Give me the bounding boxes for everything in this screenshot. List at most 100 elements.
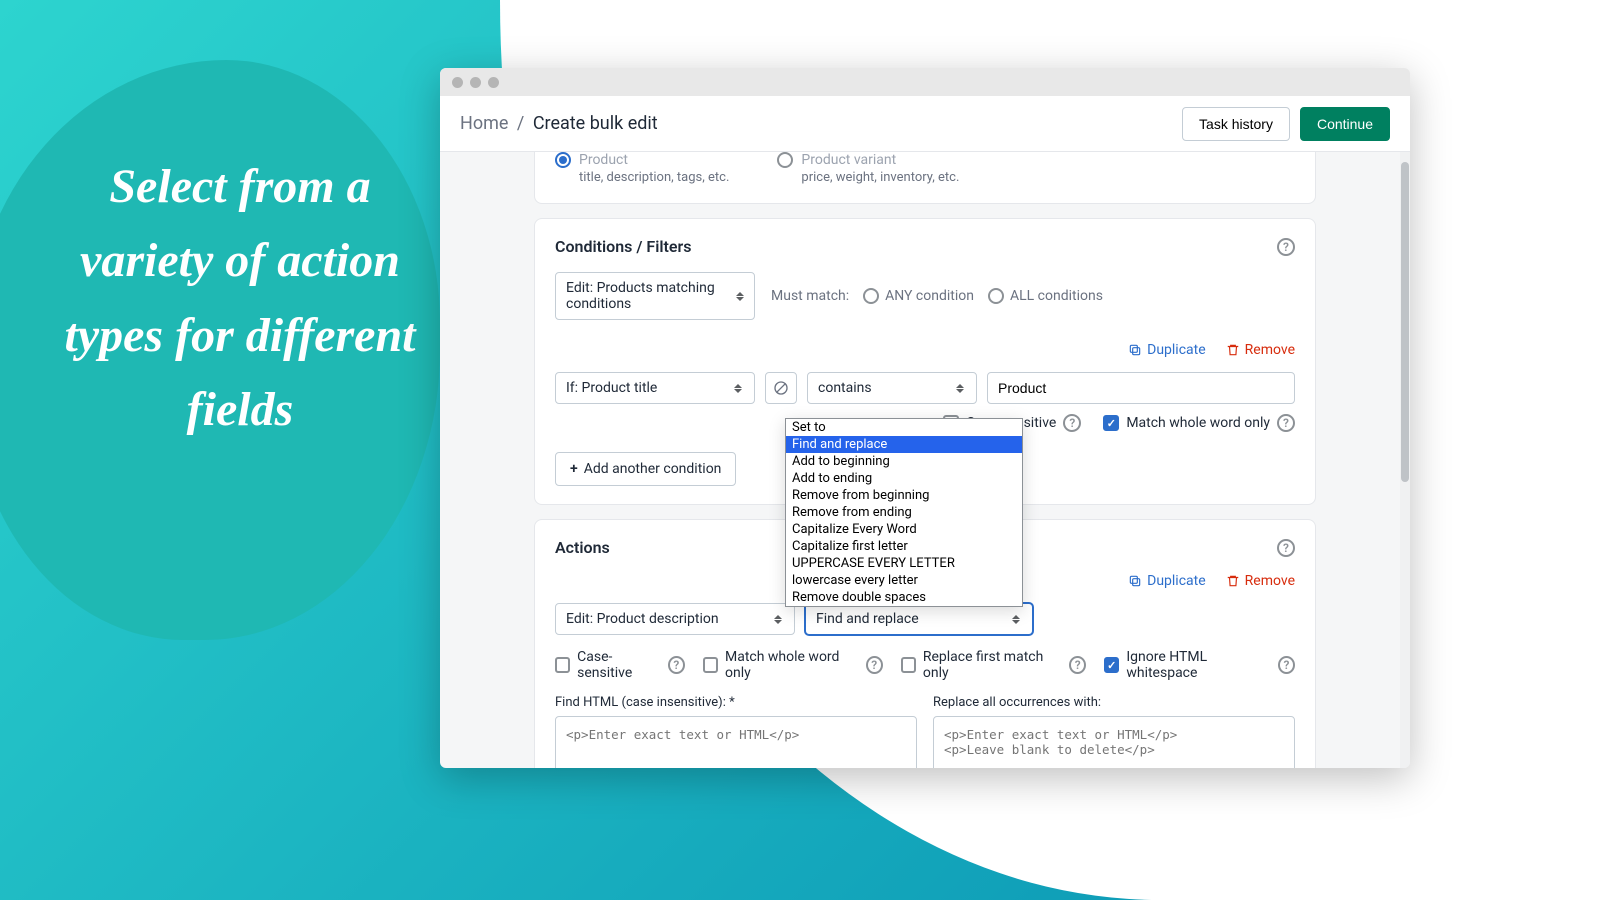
radio-icon — [777, 152, 793, 168]
edit-scope-label: Edit: Products matching conditions — [566, 280, 728, 312]
task-history-button[interactable]: Task history — [1182, 107, 1290, 141]
remove-label: Remove — [1245, 573, 1295, 589]
caret-icon — [734, 384, 744, 393]
breadcrumb-sep: / — [517, 113, 524, 134]
radio-checked-icon — [555, 152, 571, 168]
scrollbar-thumb[interactable] — [1401, 162, 1409, 482]
actions-title: Actions — [555, 538, 610, 557]
help-icon[interactable]: ? — [668, 656, 685, 674]
action-whole-word-checkbox[interactable]: Match whole word only ? — [703, 649, 883, 681]
product-type-card: Product title, description, tags, etc. P… — [534, 152, 1316, 204]
duplicate-action-button[interactable]: Duplicate — [1128, 573, 1206, 589]
case-sensitive-label: Case-sensitive — [577, 649, 661, 681]
action-type-dropdown[interactable]: Set toFind and replaceAdd to beginningAd… — [785, 418, 1023, 607]
caret-icon — [736, 292, 744, 301]
remove-label: Remove — [1245, 342, 1295, 358]
ignore-ws-label: Ignore HTML whitespace — [1126, 649, 1271, 681]
duplicate-icon — [1128, 343, 1142, 357]
help-icon[interactable]: ? — [1063, 414, 1081, 432]
trash-icon — [1226, 343, 1240, 357]
window-min-dot[interactable] — [470, 77, 481, 88]
trash-icon — [1226, 574, 1240, 588]
dropdown-item[interactable]: Find and replace — [786, 436, 1022, 453]
dropdown-item[interactable]: Remove from beginning — [786, 487, 1022, 504]
duplicate-icon — [1128, 574, 1142, 588]
marketing-headline: Select from a variety of action types fo… — [55, 150, 425, 448]
remove-action-button[interactable]: Remove — [1226, 573, 1295, 589]
header-actions: Task history Continue — [1182, 107, 1390, 141]
all-conditions-radio[interactable]: ALL conditions — [988, 288, 1103, 304]
dropdown-item[interactable]: Capitalize first letter — [786, 538, 1022, 555]
page-header: Home / Create bulk edit Task history Con… — [440, 96, 1410, 152]
edit-scope-select[interactable]: Edit: Products matching conditions — [555, 272, 755, 320]
checkbox-icon — [555, 657, 570, 673]
continue-button[interactable]: Continue — [1300, 107, 1390, 141]
dropdown-item[interactable]: UPPERCASE EVERY LETTER — [786, 555, 1022, 572]
breadcrumb-home[interactable]: Home — [460, 113, 508, 134]
content-scroll[interactable]: Product title, description, tags, etc. P… — [440, 152, 1410, 768]
help-icon[interactable]: ? — [866, 656, 883, 674]
caret-icon — [956, 384, 966, 393]
condition-field-select[interactable]: If: Product title — [555, 372, 755, 404]
action-type-label: Find and replace — [816, 611, 919, 627]
checkbox-icon — [703, 657, 718, 673]
prohibit-icon — [773, 380, 789, 396]
any-condition-radio[interactable]: ANY condition — [863, 288, 974, 304]
remove-condition-button[interactable]: Remove — [1226, 342, 1295, 358]
negate-button[interactable] — [765, 372, 797, 404]
all-label: ALL conditions — [1010, 288, 1103, 304]
must-match-label: Must match: — [771, 288, 849, 304]
variant-radio[interactable]: Product variant price, weight, inventory… — [777, 152, 959, 185]
condition-field-label: If: Product title — [566, 380, 657, 396]
help-icon[interactable]: ? — [1277, 539, 1295, 557]
actions-card: Actions ? Duplicate Remove Edit: Product… — [534, 519, 1316, 768]
whole-word-label: Match whole word only — [1126, 415, 1270, 431]
conditions-title: Conditions / Filters — [555, 237, 691, 256]
dropdown-item[interactable]: Add to ending — [786, 470, 1022, 487]
product-radio-label: Product — [579, 152, 628, 168]
window-titlebar — [440, 68, 1410, 96]
breadcrumb: Home / Create bulk edit — [460, 113, 658, 134]
action-case-sensitive-checkbox[interactable]: Case-sensitive ? — [555, 649, 685, 681]
product-radio-sub: title, description, tags, etc. — [579, 170, 729, 185]
help-icon[interactable]: ? — [1277, 414, 1295, 432]
dropdown-item[interactable]: lowercase every letter — [786, 572, 1022, 589]
first-match-label: Replace first match only — [923, 649, 1062, 681]
whole-word-label: Match whole word only — [725, 649, 859, 681]
dropdown-item[interactable]: Add to beginning — [786, 453, 1022, 470]
find-textarea[interactable] — [555, 716, 917, 768]
ignore-whitespace-checkbox[interactable]: Ignore HTML whitespace ? — [1104, 649, 1295, 681]
checkbox-checked-icon — [1103, 415, 1119, 431]
caret-icon — [1012, 615, 1022, 624]
variant-radio-label: Product variant — [801, 152, 896, 168]
scrollbar-track[interactable] — [1400, 152, 1410, 768]
replace-textarea[interactable] — [933, 716, 1295, 768]
whole-word-checkbox[interactable]: Match whole word only ? — [1103, 414, 1295, 432]
help-icon[interactable]: ? — [1069, 656, 1086, 674]
action-field-select[interactable]: Edit: Product description — [555, 603, 795, 635]
plus-icon: + — [570, 461, 578, 477]
window-close-dot[interactable] — [452, 77, 463, 88]
duplicate-label: Duplicate — [1147, 573, 1206, 589]
radio-icon — [863, 288, 879, 304]
dropdown-item[interactable]: Remove from ending — [786, 504, 1022, 521]
product-radio[interactable]: Product title, description, tags, etc. — [555, 152, 729, 185]
action-type-select[interactable]: Find and replace — [805, 603, 1033, 635]
find-label: Find HTML (case insensitive): * — [555, 695, 917, 710]
window-max-dot[interactable] — [488, 77, 499, 88]
help-icon[interactable]: ? — [1277, 238, 1295, 256]
any-label: ANY condition — [885, 288, 974, 304]
action-field-label: Edit: Product description — [566, 611, 719, 627]
checkbox-icon — [901, 657, 916, 673]
help-icon[interactable]: ? — [1278, 656, 1295, 674]
add-condition-button[interactable]: + Add another condition — [555, 452, 736, 486]
duplicate-condition-button[interactable]: Duplicate — [1128, 342, 1206, 358]
dropdown-item[interactable]: Set to — [786, 419, 1022, 436]
caret-icon — [774, 615, 784, 624]
dropdown-item[interactable]: Capitalize Every Word — [786, 521, 1022, 538]
condition-operator-select[interactable]: contains — [807, 372, 977, 404]
condition-value-input[interactable] — [987, 372, 1295, 404]
first-match-checkbox[interactable]: Replace first match only ? — [901, 649, 1086, 681]
replace-label: Replace all occurrences with: — [933, 695, 1295, 710]
dropdown-item[interactable]: Remove double spaces — [786, 589, 1022, 606]
